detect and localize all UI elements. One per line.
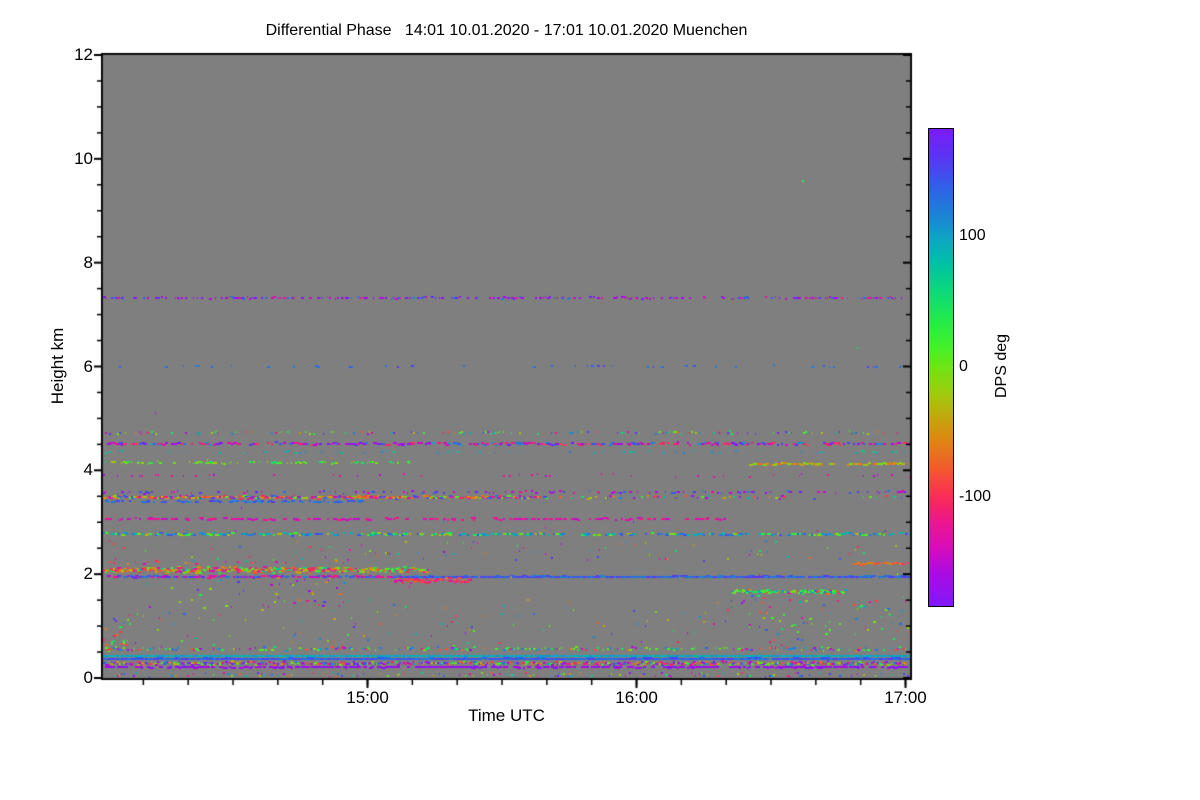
y-tick-label: 8 (83, 252, 93, 272)
colorbar-label: DPS deg (993, 333, 1010, 399)
colorbar-tick-label: 100 (959, 227, 986, 245)
x-axis-label: Time UTC (468, 706, 545, 725)
colorbar-tick-label: -100 (959, 487, 992, 505)
x-tick-label: 17:00 (884, 688, 927, 707)
y-tick-label: 0 (83, 668, 93, 687)
speckle-canvas (0, 0, 1200, 800)
y-tick-label: 2 (83, 564, 93, 584)
y-axis-label: Height km (48, 327, 67, 405)
y-tick-label: 4 (83, 460, 93, 480)
y-tick-label: 10 (74, 148, 93, 168)
y-tick-label: 12 (74, 45, 93, 64)
differential-phase-figure: Differential Phase 14:01 10.01.2020 - 17… (0, 0, 1200, 800)
chart-title: Differential Phase 14:01 10.01.2020 - 17… (265, 22, 748, 39)
x-tick-label: 15:00 (346, 688, 389, 707)
colorbar (928, 128, 954, 607)
x-tick-label: 16:00 (615, 688, 658, 707)
